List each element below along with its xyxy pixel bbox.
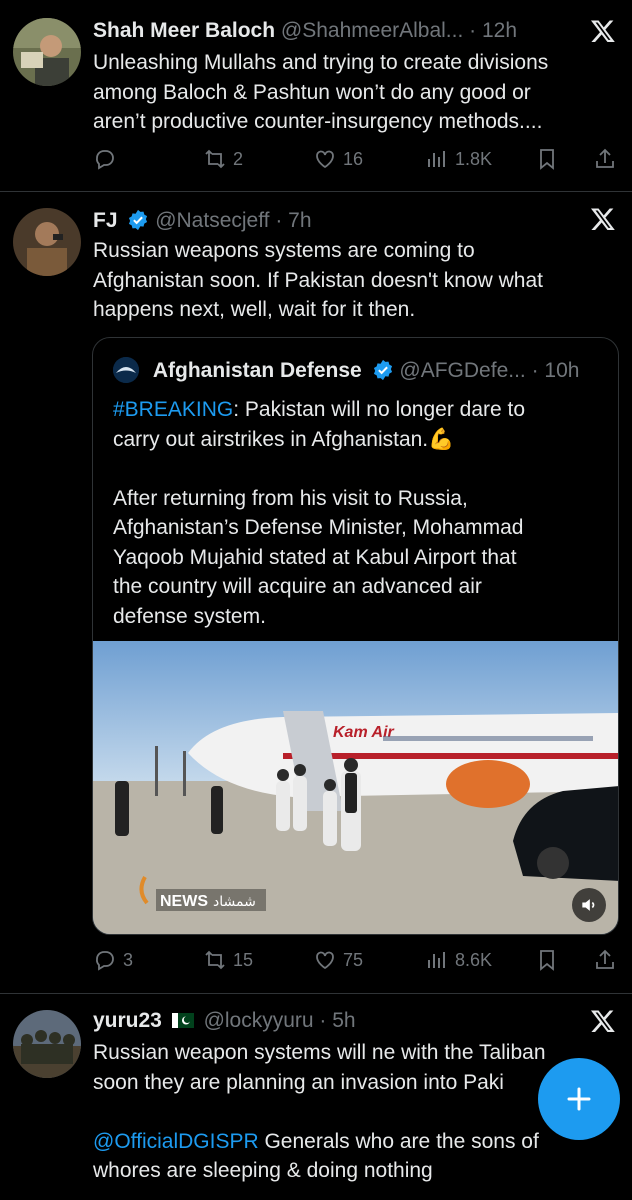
tweet-text-line: aren’t productive counter-insurgency met…: [93, 110, 543, 133]
quoted-display-name[interactable]: Afghanistan Defense: [153, 359, 362, 382]
like-icon: [316, 951, 334, 970]
news-watermark-text: NEWS: [160, 893, 208, 910]
avatar-image: [13, 18, 81, 86]
verified-badge-icon: [373, 359, 392, 381]
bookmark-icon: [540, 950, 554, 971]
reply-icon: [96, 150, 114, 170]
volume-icon: [582, 899, 595, 911]
hashtag-link[interactable]: #BREAKING: [113, 398, 233, 421]
x-logo-icon[interactable]: [590, 18, 616, 44]
display-name[interactable]: yuru23: [93, 1009, 162, 1032]
flexed-biceps-emoji: 💪: [428, 427, 455, 451]
like-button[interactable]: 16: [313, 144, 363, 174]
retweet-button[interactable]: 15: [203, 945, 253, 975]
quoted-text-line: Yaqoob Mujahid stated at Kabul Airport t…: [113, 545, 517, 569]
avatar[interactable]: [13, 18, 81, 86]
tweet-text: Russian weapons systems are coming to Af…: [93, 236, 604, 325]
retweet-button[interactable]: 2: [203, 144, 243, 174]
like-button[interactable]: 75: [313, 945, 363, 975]
views-button[interactable]: 8.6K: [425, 945, 492, 975]
news-watermark-arabic: شمشاد: [213, 894, 256, 910]
quoted-tweet-header: Afghanistan Defense @AFGDefe... · 10h: [113, 356, 608, 386]
avatar-image: [13, 1010, 81, 1078]
views-icon: [428, 952, 445, 968]
quoted-text-line: the country will acquire an advanced air: [113, 575, 482, 598]
retweet-icon: [205, 950, 225, 970]
quoted-text-fragment: : Pakistan will no longer dare to: [233, 398, 526, 421]
quoted-text-line: defense system.: [113, 604, 266, 628]
tweet-text: Unleashing Mullahs and trying to create …: [93, 48, 604, 137]
avatar-image: [13, 208, 81, 276]
display-name[interactable]: Shah Meer Baloch: [93, 19, 275, 42]
like-count: 75: [343, 949, 364, 970]
user-handle[interactable]: @Natsecjeff: [155, 209, 269, 232]
airport-scene-image: Kam Air NEWS شمشاد: [93, 641, 618, 934]
user-handle[interactable]: @lockyyuru: [204, 1009, 314, 1032]
bookmark-button[interactable]: [535, 945, 559, 975]
retweet-icon: [205, 149, 225, 169]
bookmark-button[interactable]: [535, 144, 559, 174]
views-button[interactable]: 1.8K: [425, 144, 492, 174]
quoted-text-line: After returning from his visit to Russia…: [113, 486, 468, 510]
user-handle[interactable]: @ShahmeerAlbal...: [281, 19, 463, 42]
views-icon: [428, 151, 445, 167]
tweet-text-line: soon they are planning an invasion into …: [93, 1070, 504, 1094]
share-button[interactable]: [593, 945, 617, 975]
tweet-header: FJ @Natsecjeff · 7h: [93, 206, 580, 236]
mention-link[interactable]: @OfficialDGISPR: [93, 1130, 259, 1153]
like-count: 16: [343, 148, 364, 169]
quoted-text: #BREAKING: Pakistan will no longer dare …: [113, 395, 604, 631]
retweet-count: 2: [233, 148, 244, 169]
tweet-text-line: happens next, well, wait for it then.: [93, 298, 416, 321]
tweet-text-line: Unleashing Mullahs and trying to create …: [93, 51, 549, 74]
tweet-text: Russian weapon systems will ne with the …: [93, 1038, 604, 1186]
reply-count: 3: [123, 949, 134, 970]
avatar[interactable]: [13, 208, 81, 276]
reply-button[interactable]: 3: [93, 945, 133, 975]
defense-logo-icon: [113, 357, 139, 383]
tweet-header: yuru23 @lockyyuru · 5h: [93, 1006, 580, 1036]
action-bar: 3 15 75 8.6K: [93, 945, 616, 975]
share-button[interactable]: [593, 144, 617, 174]
quoted-avatar[interactable]: [113, 357, 139, 383]
verified-badge-icon: [129, 209, 148, 231]
tweet-text-fragment: Generals who are the sons of: [258, 1129, 539, 1153]
avatar[interactable]: [13, 1010, 81, 1078]
timestamp[interactable]: · 7h: [275, 209, 311, 232]
x-logo-icon[interactable]: [590, 1008, 616, 1034]
reply-button[interactable]: [93, 144, 123, 174]
pakistan-flag-emoji: [171, 1013, 194, 1028]
compose-plus-icon: [567, 1087, 591, 1111]
video-thumbnail[interactable]: Kam Air NEWS شمشاد: [93, 641, 618, 934]
views-count: 8.6K: [455, 949, 493, 970]
quoted-tweet[interactable]: Afghanistan Defense @AFGDefe... · 10h #B…: [92, 337, 619, 935]
volume-button[interactable]: [572, 888, 606, 922]
x-logo-icon[interactable]: [590, 206, 616, 232]
bookmark-icon: [540, 149, 554, 170]
quoted-timestamp[interactable]: · 10h: [532, 359, 580, 382]
timestamp[interactable]: · 12h: [469, 19, 517, 42]
quoted-text-line: carry out airstrikes in Afghanistan.: [113, 427, 429, 451]
share-icon: [596, 148, 614, 168]
reply-icon: [96, 951, 114, 971]
share-icon: [596, 949, 614, 969]
tweet-text-line: Afghanistan soon. If Pakistan doesn't kn…: [93, 268, 543, 292]
action-bar: 2 16 1.8K: [93, 144, 616, 174]
tweet-text-line: Russian weapons systems are coming to: [93, 239, 475, 262]
timestamp[interactable]: · 5h: [319, 1009, 355, 1032]
retweet-count: 15: [233, 949, 254, 970]
display-name[interactable]: FJ: [93, 209, 118, 232]
quoted-text-line: Afghanistan’s Defense Minister, Mohammad: [113, 516, 524, 539]
quoted-handle[interactable]: @AFGDefe...: [399, 359, 525, 382]
tweet-1[interactable]: Shah Meer Baloch @ShahmeerAlbal... · 12h…: [0, 0, 632, 192]
tweet-text-line: whores are sleeping & doing nothing: [93, 1159, 433, 1182]
tweet-text-line: Russian weapon systems will ne with the …: [93, 1041, 546, 1064]
tweet-header: Shah Meer Baloch @ShahmeerAlbal... · 12h: [93, 16, 580, 46]
views-count: 1.8K: [455, 148, 493, 169]
like-icon: [316, 150, 334, 169]
tweet-text-line: among Baloch & Pashtun won’t do any good…: [93, 80, 531, 104]
compose-button[interactable]: [538, 1058, 620, 1140]
